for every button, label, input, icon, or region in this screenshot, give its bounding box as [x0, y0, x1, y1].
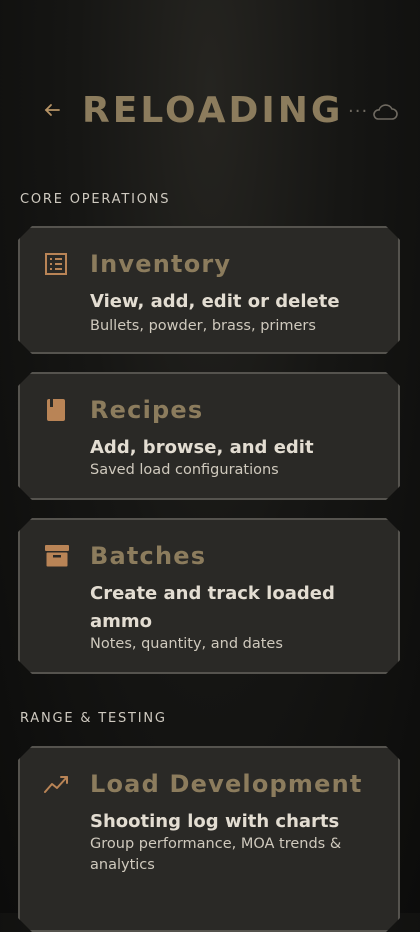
load-development-card[interactable]: Load Development Shooting log with chart… — [18, 746, 400, 932]
archive-box-icon — [44, 544, 68, 568]
load-development-title: Load Development — [90, 770, 363, 798]
inventory-card[interactable]: Inventory View, add, edit or delete Bull… — [18, 226, 400, 354]
app-header: RELOADING ... — [0, 80, 420, 150]
list-icon — [44, 252, 68, 276]
arrow-left-icon[interactable] — [40, 98, 64, 122]
inventory-description: Bullets, powder, brass, primers — [90, 318, 316, 334]
recipes-description: Saved load configurations — [90, 462, 279, 478]
batches-description: Notes, quantity, and dates — [90, 636, 283, 652]
recipes-subtitle: Add, browse, and edit — [90, 437, 314, 458]
cloud-icon[interactable] — [372, 104, 398, 120]
batches-title: Batches — [90, 542, 207, 570]
trend-chart-icon — [44, 772, 68, 796]
batches-card[interactable]: Batches Create and track loaded ammo Not… — [18, 518, 400, 674]
recipes-title: Recipes — [90, 396, 204, 424]
inventory-subtitle: View, add, edit or delete — [90, 291, 340, 312]
section-core-operations: CORE OPERATIONS — [20, 192, 171, 207]
inventory-title: Inventory — [90, 250, 232, 278]
more-menu[interactable]: ... — [348, 96, 368, 117]
load-development-subtitle: Shooting log with charts — [90, 811, 340, 832]
book-icon — [44, 398, 68, 422]
page-title: RELOADING — [82, 90, 344, 131]
section-range-testing: RANGE & TESTING — [20, 711, 167, 726]
load-development-description: Group performance, MOA trends & analytic… — [90, 836, 342, 873]
batches-subtitle: Create and track loaded ammo — [90, 583, 335, 632]
recipes-card[interactable]: Recipes Add, browse, and edit Saved load… — [18, 372, 400, 500]
